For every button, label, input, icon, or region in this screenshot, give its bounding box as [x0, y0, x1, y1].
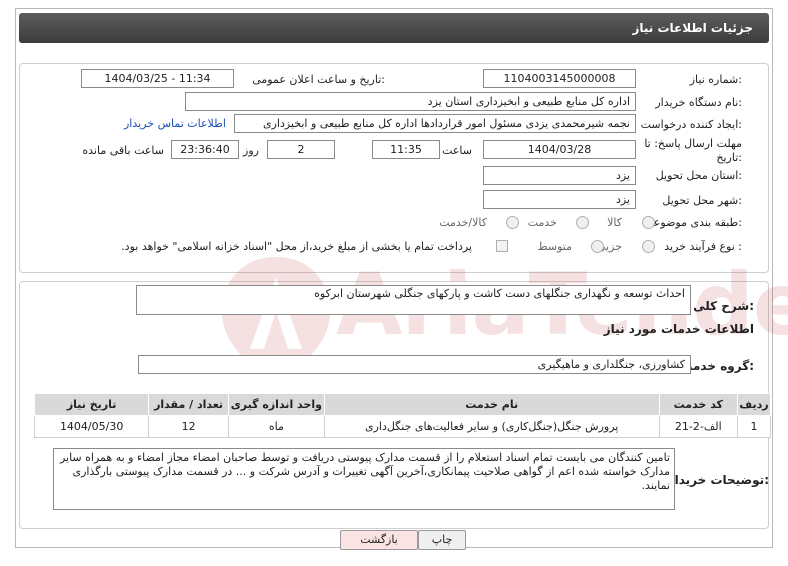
details-panel: جزئیات اطلاعات نیاز AriaTender.neT شماره…	[15, 8, 788, 550]
process-medium-label: متوسط	[537, 240, 572, 253]
cell-row-number: 1	[737, 415, 771, 438]
treasury-checkbox[interactable]	[496, 240, 508, 252]
province-field[interactable]: یزد	[483, 166, 636, 185]
payment-note: پرداخت تمام یا بخشی از مبلغ خرید،از محل …	[121, 240, 472, 253]
buyer-org-field[interactable]: اداره کل منابع طبیعی و ابخیزداری استان ی…	[185, 92, 636, 111]
category-mixed-label: کالا/خدمت	[439, 216, 487, 229]
process-medium-radio[interactable]	[591, 240, 604, 253]
summary-field[interactable]: احداث توسعه و نگهداری جنگلهای دست کاشت و…	[136, 285, 691, 315]
table-header-row: تاریخ نیاز تعداد / مقدار واحد اندازه گیر…	[33, 393, 771, 416]
print-button[interactable]: چاپ	[418, 530, 466, 550]
requester-field[interactable]: نجمه شیرمحمدی یزدی مسئول امور قراردادها …	[234, 114, 636, 133]
table-row: 1404/05/30 12 ماه پرورش جنگل(جنگل‌کاری) …	[33, 415, 771, 438]
back-button[interactable]: بازگشت	[340, 530, 418, 550]
col-quantity: تعداد / مقدار	[148, 393, 229, 416]
buyer-notes-field[interactable]: تامین کنندگان می بایست تمام اسناد استعلا…	[53, 448, 675, 510]
col-service-code: کد خدمت	[658, 393, 739, 416]
remaining-days-field[interactable]: 2	[267, 140, 335, 159]
category-goods-label: کالا	[607, 216, 622, 229]
category-mixed-radio[interactable]	[506, 216, 519, 229]
category-service-radio[interactable]	[576, 216, 589, 229]
cell-service-name: پرورش جنگل(جنگل‌کاری) و سایر فعالیت‌های …	[323, 415, 660, 438]
cell-unit: ماه	[227, 415, 325, 438]
category-label: طبقه بندی موضوعی:	[644, 216, 742, 229]
city-field[interactable]: یزد	[483, 190, 636, 209]
buyer-org-label: نام دستگاه خریدار:	[655, 96, 742, 109]
deadline-time-field[interactable]: 11:35	[372, 140, 440, 159]
cell-need-date: 1404/05/30	[33, 415, 150, 438]
need-number-field[interactable]: 1104003145000008	[483, 69, 636, 88]
announce-datetime-field[interactable]: 1404/03/25 - 11:34	[81, 69, 234, 88]
need-number-label: شماره نیاز:	[689, 73, 742, 86]
col-need-date: تاریخ نیاز	[33, 393, 150, 416]
category-goods-radio[interactable]	[642, 216, 655, 229]
services-table: تاریخ نیاز تعداد / مقدار واحد اندازه گیر…	[33, 393, 771, 438]
remaining-time-field[interactable]: 23:36:40	[171, 140, 239, 159]
col-unit: واحد اندازه گیری	[227, 393, 325, 416]
cell-quantity: 12	[148, 415, 229, 438]
col-row: ردیف	[737, 393, 771, 416]
services-section-title: اطلاعات خدمات مورد نیاز	[603, 322, 754, 336]
category-service-label: خدمت	[527, 216, 557, 229]
service-group-field[interactable]: کشاورزی، جنگلداری و ماهیگیری	[138, 355, 691, 374]
city-label: شهر محل تحویل:	[662, 194, 742, 207]
announce-label: تاریخ و ساعت اعلان عمومی:	[252, 73, 385, 86]
deadline-label: مهلت ارسال پاسخ: تا تاریخ:	[644, 137, 742, 164]
buyer-contact-link[interactable]: اطلاعات تماس خریدار	[124, 117, 226, 130]
requester-label: ایجاد کننده درخواست:	[640, 118, 742, 131]
process-label: نوع فرآیند خرید :	[664, 240, 742, 253]
deadline-time-label: ساعت	[442, 144, 472, 157]
province-label: استان محل تحویل:	[655, 169, 742, 182]
process-minor-radio[interactable]	[642, 240, 655, 253]
buyer-notes-label: توضیحات خریدار:	[667, 473, 769, 487]
cell-service-code: الف-2-21	[658, 415, 739, 438]
remaining-label: ساعت باقی مانده	[82, 144, 164, 157]
page-title: جزئیات اطلاعات نیاز	[19, 13, 769, 43]
service-group-label: گروه خدمت:	[680, 359, 754, 373]
deadline-date-field[interactable]: 1404/03/28	[483, 140, 636, 159]
col-service-name: نام خدمت	[323, 393, 660, 416]
